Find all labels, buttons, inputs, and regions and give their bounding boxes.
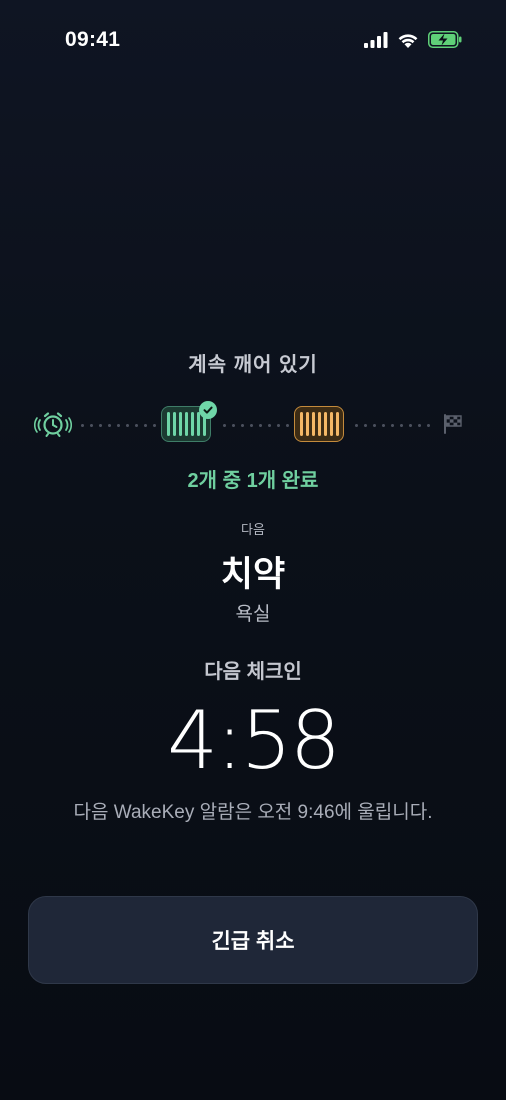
progress-summary: 2개 중 1개 완료 bbox=[187, 470, 319, 492]
step-barcode-current bbox=[294, 406, 344, 442]
barcode-bar bbox=[190, 412, 194, 436]
barcode-bar bbox=[305, 412, 309, 436]
next-checkin-label: 다음 체크인 bbox=[204, 661, 302, 683]
next-alarm-message: 다음 WakeKey 알람은 오전 9:46에 울립니다. bbox=[73, 802, 433, 823]
checkered-flag-icon bbox=[444, 414, 462, 434]
status-icons bbox=[364, 31, 462, 48]
barcode-bar bbox=[317, 412, 321, 436]
barcode-bar bbox=[323, 412, 327, 436]
barcode-bar bbox=[329, 412, 333, 436]
cellular-signal-icon bbox=[364, 31, 388, 48]
barcode-bar bbox=[299, 412, 303, 436]
next-task-name: 치약 bbox=[220, 555, 286, 594]
alarm-clock-icon bbox=[34, 412, 72, 437]
barcode-bar bbox=[166, 412, 170, 436]
track-dots-left bbox=[78, 424, 156, 427]
countdown-timer: 4:58 bbox=[167, 694, 341, 787]
next-task-location: 욕실 bbox=[235, 604, 271, 625]
next-task-label: 다음 bbox=[241, 522, 265, 537]
track-dots-middle bbox=[220, 424, 290, 427]
barcode-bar bbox=[311, 412, 315, 436]
stay-awake-title: 계속 깨어 있기 bbox=[188, 354, 318, 376]
status-bar: 09:41 bbox=[0, 0, 506, 84]
barcode-bar bbox=[172, 412, 176, 436]
barcode-bar bbox=[335, 412, 339, 436]
track-dots-right bbox=[352, 424, 430, 427]
emergency-cancel-button[interactable]: 긴급 취소 bbox=[28, 896, 478, 984]
wifi-icon bbox=[398, 33, 418, 48]
barcode-bar bbox=[196, 412, 200, 436]
barcode-bar bbox=[184, 412, 188, 436]
battery-charging-icon bbox=[428, 31, 462, 48]
checkmark-icon bbox=[199, 401, 217, 419]
barcode-bar bbox=[178, 412, 182, 436]
progress-track bbox=[0, 400, 506, 450]
status-time: 09:41 bbox=[65, 28, 121, 51]
